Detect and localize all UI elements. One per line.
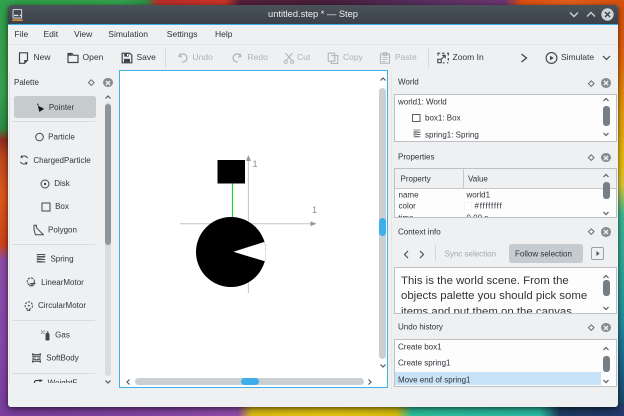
svg-text:1: 1 bbox=[253, 159, 258, 169]
svg-text:1: 1 bbox=[312, 205, 317, 215]
